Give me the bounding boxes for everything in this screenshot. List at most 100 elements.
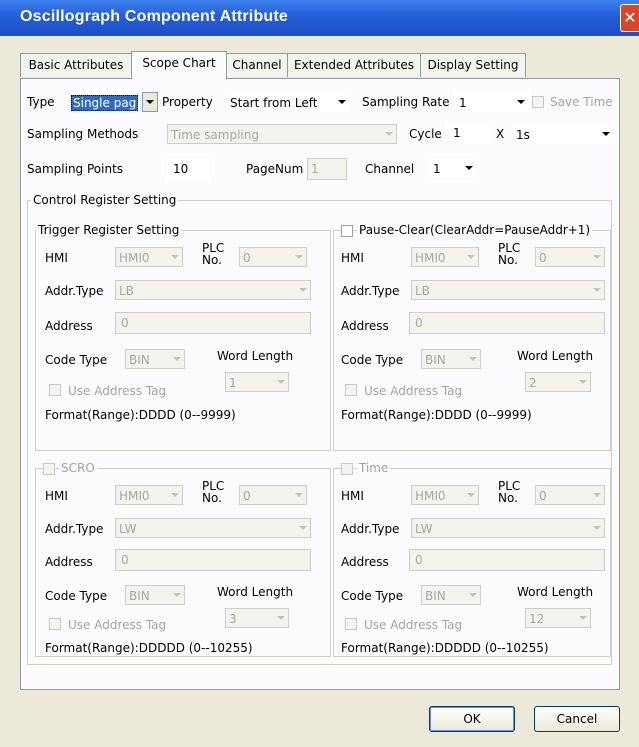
chevron-down-icon: [579, 616, 587, 620]
address-value: 0: [415, 553, 423, 567]
sampling-methods-select[interactable]: Time sampling: [167, 124, 397, 144]
address-input[interactable]: 0: [409, 549, 605, 571]
word-length-label: Word Length: [517, 349, 594, 363]
addr-type-select[interactable]: LW: [115, 518, 311, 538]
code-type-value: BIN: [425, 589, 446, 603]
addr-type-label: Addr.Type: [45, 522, 104, 536]
addr-type-select[interactable]: LB: [411, 280, 605, 300]
scro-checkbox[interactable]: [43, 463, 55, 475]
window-title: Oscillograph Component Attribute: [20, 8, 289, 25]
cycle-input[interactable]: 1: [447, 122, 491, 144]
chevron-down-icon: [469, 357, 477, 361]
hmi-select[interactable]: HMI0: [115, 485, 183, 505]
property-select[interactable]: Start from Left: [226, 92, 350, 112]
time-checkbox[interactable]: [341, 463, 353, 475]
address-input[interactable]: 0: [409, 312, 605, 334]
word-length-value: 2: [529, 376, 537, 390]
tab-channel[interactable]: Channel: [226, 53, 288, 77]
word-length-label: Word Length: [217, 585, 294, 599]
tab-scope-chart[interactable]: Scope Chart: [131, 51, 227, 79]
chevron-down-icon: [467, 493, 475, 497]
hmi-label: HMI: [45, 251, 68, 265]
ok-button[interactable]: OK: [429, 706, 515, 732]
hmi-label: HMI: [341, 251, 364, 265]
plc-no-value: 0: [243, 489, 251, 503]
sampling-rate-label: Sampling Rate: [362, 95, 450, 109]
sampling-methods-value: Time sampling: [171, 128, 259, 142]
chevron-down-icon: [277, 616, 285, 620]
use-address-tag-label: Use Address Tag: [364, 384, 463, 398]
format-range-text: Format(Range):DDDD (0--9999): [45, 408, 236, 422]
addr-type-value: LB: [415, 284, 430, 298]
close-button[interactable]: ✕: [620, 4, 639, 32]
format-range-text: Format(Range):DDDDD (0--10255): [45, 641, 253, 655]
pagenum-value: 1: [311, 162, 319, 176]
plc-no-select[interactable]: 0: [535, 485, 605, 505]
use-address-tag-checkbox[interactable]: [345, 618, 357, 630]
cancel-button[interactable]: Cancel: [534, 706, 620, 732]
addr-type-select[interactable]: LB: [115, 280, 311, 300]
address-label: Address: [45, 319, 93, 333]
address-label: Address: [341, 319, 389, 333]
chevron-down-icon: [593, 255, 601, 259]
tab-basic-attributes[interactable]: Basic Attributes: [20, 53, 132, 77]
sampling-points-input[interactable]: 10: [167, 158, 209, 180]
time-title: Time: [357, 461, 391, 475]
sampling-methods-label: Sampling Methods: [27, 127, 139, 141]
code-type-select[interactable]: BIN: [421, 349, 481, 369]
plc-no-select[interactable]: 0: [239, 247, 307, 267]
save-time-checkbox[interactable]: [532, 96, 544, 108]
addr-type-label: Addr.Type: [341, 522, 400, 536]
address-value: 0: [415, 316, 423, 330]
word-length-label: Word Length: [517, 585, 594, 599]
word-length-select[interactable]: 3: [225, 608, 289, 628]
plc-label-line2: No.: [202, 253, 222, 267]
hmi-select[interactable]: HMI0: [411, 485, 479, 505]
chevron-down-icon: [467, 255, 475, 259]
use-address-tag-checkbox[interactable]: [345, 384, 357, 396]
word-length-value: 12: [529, 612, 545, 626]
pause-clear-checkbox[interactable]: [341, 225, 353, 237]
plc-no-select[interactable]: 0: [239, 485, 307, 505]
channel-select[interactable]: 1: [427, 158, 477, 178]
hmi-select[interactable]: HMI0: [411, 247, 479, 267]
cycle-unit-select[interactable]: 1s: [512, 124, 614, 144]
type-value: Single pag: [71, 95, 139, 111]
title-bar[interactable]: Oscillograph Component Attribute ✕: [0, 0, 639, 36]
chevron-down-icon: [171, 255, 179, 259]
sampling-rate-value: 1: [459, 96, 467, 110]
sampling-rate-select[interactable]: 1: [455, 92, 529, 112]
address-input[interactable]: 0: [115, 312, 311, 334]
address-label: Address: [45, 555, 93, 569]
plc-no-label: PLC No.: [498, 242, 520, 266]
word-length-select[interactable]: 12: [525, 608, 591, 628]
code-type-label: Code Type: [341, 589, 404, 603]
code-type-label: Code Type: [45, 353, 108, 367]
use-address-tag-checkbox[interactable]: [49, 618, 61, 630]
pagenum-input[interactable]: 1: [307, 158, 347, 180]
trigger-register-title: Trigger Register Setting: [36, 223, 182, 237]
use-address-tag-checkbox[interactable]: [49, 384, 61, 396]
word-length-value: 3: [229, 612, 237, 626]
type-dropdown-button[interactable]: [142, 92, 158, 112]
address-label: Address: [341, 555, 389, 569]
code-type-select[interactable]: BIN: [421, 585, 481, 605]
tab-display-setting[interactable]: Display Setting: [420, 53, 526, 77]
chevron-down-icon: [593, 493, 601, 497]
tab-extended-attributes[interactable]: Extended Attributes: [287, 53, 421, 77]
plc-no-select[interactable]: 0: [535, 247, 605, 267]
addr-type-select[interactable]: LW: [411, 518, 605, 538]
address-input[interactable]: 0: [115, 549, 311, 571]
code-type-select[interactable]: BIN: [125, 585, 185, 605]
code-type-select[interactable]: BIN: [125, 349, 185, 369]
use-address-tag-label: Use Address Tag: [364, 618, 463, 632]
chevron-down-icon: [146, 100, 154, 104]
plc-label-line2: No.: [498, 253, 518, 267]
sampling-points-value: 10: [173, 162, 189, 176]
word-length-select[interactable]: 1: [225, 372, 289, 392]
word-length-select[interactable]: 2: [525, 372, 591, 392]
plc-no-value: 0: [539, 489, 547, 503]
chevron-down-icon: [593, 526, 601, 530]
addr-type-value: LW: [119, 522, 137, 536]
hmi-select[interactable]: HMI0: [115, 247, 183, 267]
